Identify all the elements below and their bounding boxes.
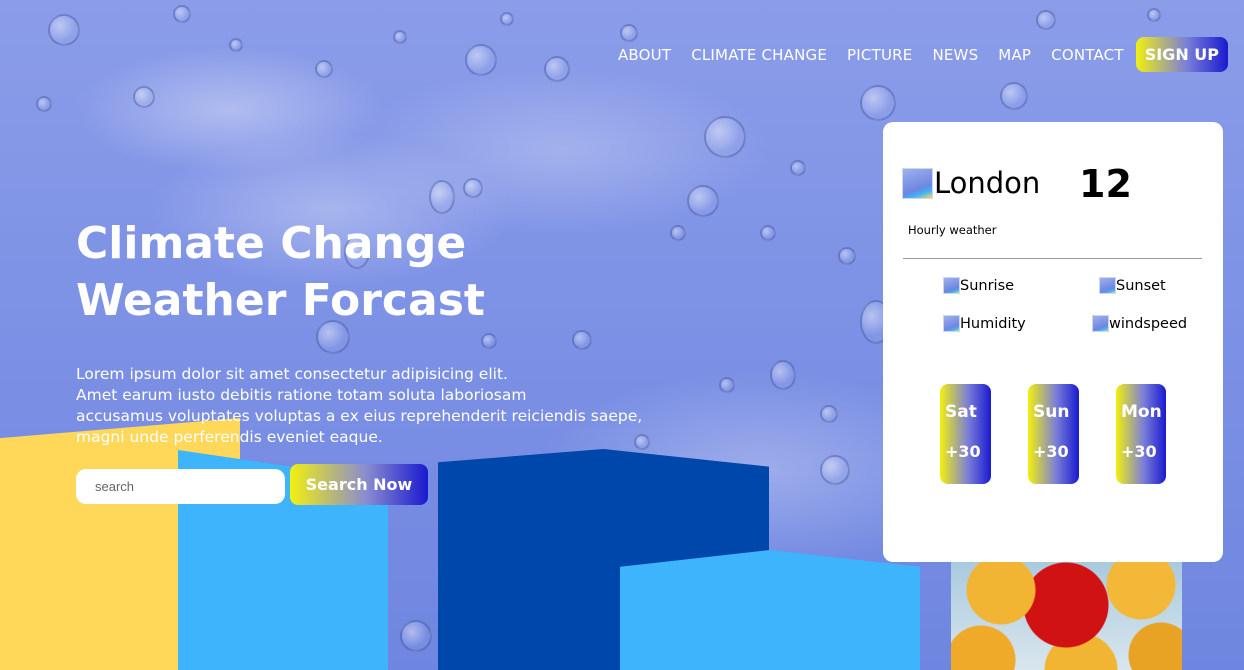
hero-desc-line-2: Amet earum iusto debitis ratione totam s… <box>76 386 527 404</box>
sunset-label: Sunset <box>1116 277 1166 294</box>
sunrise-icon <box>943 277 960 294</box>
day-temp: +30 <box>1033 442 1069 461</box>
city-name: London <box>934 166 1041 200</box>
day-name: Mon <box>1121 402 1162 422</box>
hero-desc-line-1: Lorem ipsum dolor sit amet consectetur a… <box>76 365 508 383</box>
sunset-icon <box>1099 277 1116 294</box>
forecast-day-sun: Sun +30 <box>1028 384 1079 484</box>
sign-up-button[interactable]: SIGN UP <box>1135 37 1228 72</box>
humidity-stat: Humidity <box>943 315 1026 332</box>
city-row: London <box>902 166 1040 200</box>
nav-link-climate-change[interactable]: CLIMATE CHANGE <box>691 46 827 64</box>
nav-link-about[interactable]: ABOUT <box>618 46 671 64</box>
hero-title: Climate Change Weather Forcast <box>76 215 596 329</box>
sunrise-label: Sunrise <box>960 277 1015 294</box>
divider <box>903 258 1202 259</box>
main-nav: ABOUT CLIMATE CHANGE PICTURE NEWS MAP CO… <box>598 37 1228 72</box>
sunrise-stat: Sunrise <box>943 277 1014 294</box>
windspeed-icon <box>1092 315 1109 332</box>
humidity-icon <box>943 315 960 332</box>
nav-link-picture[interactable]: PICTURE <box>847 46 912 64</box>
sunset-stat: Sunset <box>1099 277 1166 294</box>
nav-link-map[interactable]: MAP <box>998 46 1031 64</box>
temperature: 12 <box>1079 162 1132 206</box>
hero-desc-line-3: accusamus voluptates voluptas a ex eius … <box>76 407 643 425</box>
day-name: Sun <box>1033 402 1070 422</box>
light-blue-block-right <box>620 550 920 670</box>
page: ABOUT CLIMATE CHANGE PICTURE NEWS MAP CO… <box>0 0 1244 670</box>
day-temp: +30 <box>945 442 981 461</box>
weather-card: London 12 Hourly weather Sunrise Sunset … <box>883 122 1223 562</box>
hero-description: Lorem ipsum dolor sit amet consectetur a… <box>76 364 686 448</box>
search-now-button[interactable]: Search Now <box>290 464 428 505</box>
hero-title-line-1: Climate Change <box>76 218 467 269</box>
windspeed-label: windspeed <box>1109 315 1188 332</box>
city-image-icon <box>902 167 933 199</box>
day-name: Sat <box>945 402 977 422</box>
forecast-day-sat: Sat +30 <box>940 384 991 484</box>
nav-link-contact[interactable]: CONTACT <box>1051 46 1124 64</box>
hero-desc-line-4: magni unde perferendis eveniet eaque. <box>76 428 383 446</box>
hourly-weather-label: Hourly weather <box>908 223 997 237</box>
umbrellas-image <box>951 560 1182 670</box>
search-input[interactable] <box>76 469 285 504</box>
nav-link-news[interactable]: NEWS <box>932 46 978 64</box>
hero-title-line-2: Weather Forcast <box>76 275 485 326</box>
windspeed-stat: windspeed <box>1092 315 1187 332</box>
humidity-label: Humidity <box>960 315 1026 332</box>
day-temp: +30 <box>1121 442 1157 461</box>
forecast-day-mon: Mon +30 <box>1116 384 1166 484</box>
